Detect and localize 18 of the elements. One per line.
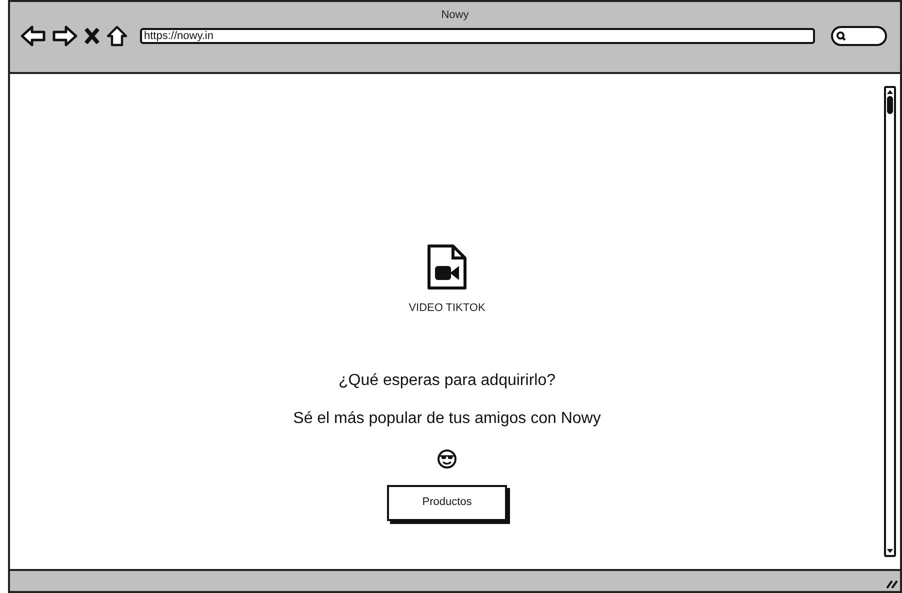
- scroll-down-icon[interactable]: [886, 547, 894, 555]
- media-label: VIDEO TIKTOK: [408, 301, 486, 316]
- smiley-sunglasses-icon: [437, 448, 457, 468]
- tagline: Sé el más popular de tus amigos con Nowy: [293, 408, 601, 428]
- back-icon[interactable]: [20, 25, 46, 47]
- heading: ¿Qué esperas para adquirirlo?: [338, 370, 556, 390]
- resize-grip-icon[interactable]: [886, 579, 898, 589]
- address-field[interactable]: https://nowy.in: [140, 28, 815, 44]
- scroll-up-icon[interactable]: [886, 88, 894, 96]
- search-icon: [836, 31, 846, 41]
- scroll-thumb[interactable]: [887, 96, 893, 114]
- home-icon[interactable]: [106, 25, 128, 47]
- window-title: Nowy: [441, 10, 469, 21]
- video-file-icon: [426, 244, 468, 290]
- forward-icon[interactable]: [52, 25, 78, 47]
- close-icon[interactable]: [84, 27, 100, 45]
- scrollbar[interactable]: [884, 86, 896, 557]
- search-field[interactable]: [831, 26, 887, 46]
